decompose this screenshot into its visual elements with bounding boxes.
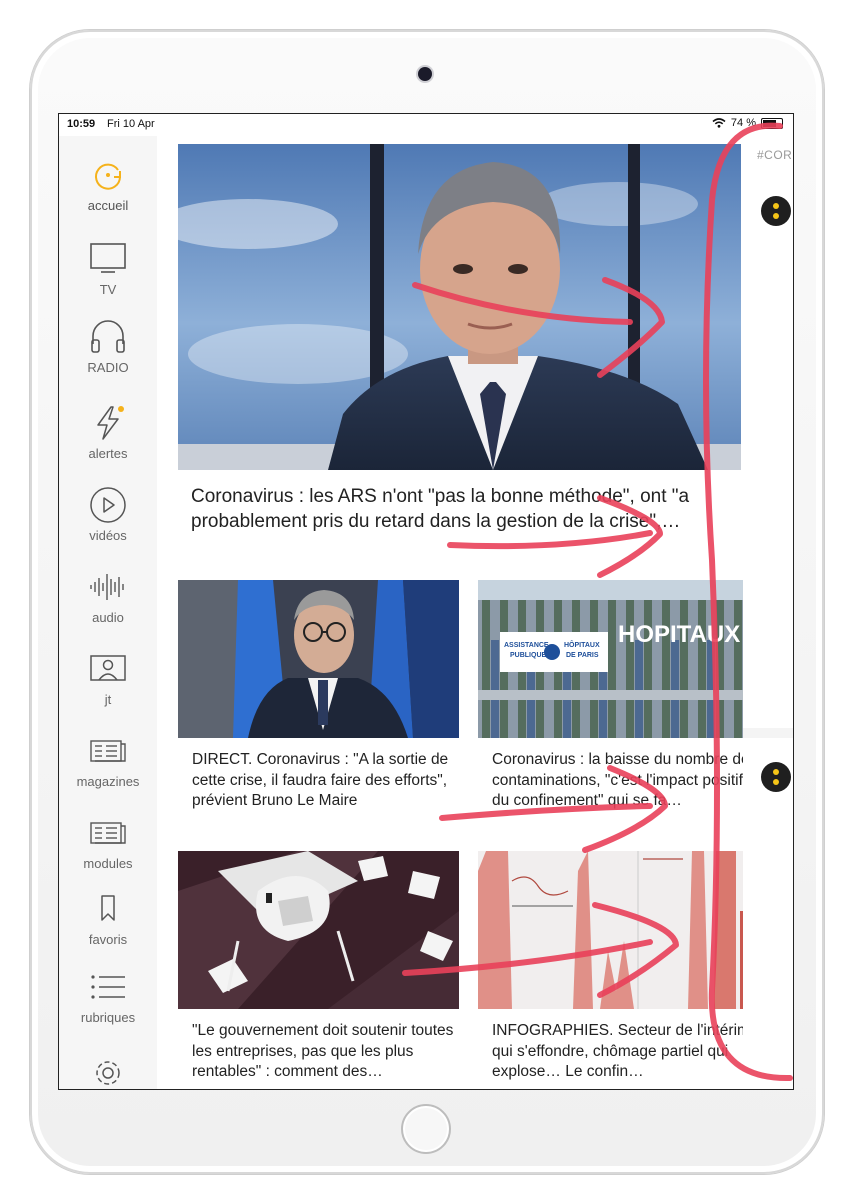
sidebar-item-favoris[interactable]: favoris: [59, 890, 157, 947]
gear-icon: [88, 1054, 128, 1089]
magazine-icon: [88, 732, 128, 770]
alert-badge-dot: [118, 406, 124, 412]
home-button[interactable]: [401, 1104, 451, 1154]
play-icon: [88, 486, 128, 524]
sidebar-item-label: modules: [83, 856, 133, 871]
status-time: 10:59: [67, 118, 96, 130]
article-card[interactable]: ASSISTANCE PUBLIQUE HÔPITAUX DE PARIS HO…: [478, 580, 743, 812]
hospital-sign-line4: DE PARIS: [566, 652, 599, 659]
sidebar-item-label: favoris: [88, 932, 128, 947]
sidebar-item-alertes[interactable]: alertes: [59, 404, 157, 461]
tv-icon: [88, 240, 128, 278]
bolt-icon: [88, 404, 128, 442]
sidebar-item-label: audio: [92, 610, 124, 625]
hospital-sign-line2: PUBLIQUE: [510, 652, 547, 659]
bookmark-icon: [88, 890, 128, 928]
status-date: Fri 10 Apr: [107, 118, 155, 130]
article-card[interactable]: "Le gouvernement doit soutenir toutes le…: [178, 851, 459, 1083]
more-options-button[interactable]: [761, 196, 791, 226]
battery-icon: [761, 117, 783, 129]
more-options-button[interactable]: [761, 762, 791, 792]
sidebar-item-label: alertes: [88, 446, 128, 461]
app-screen: 10:59 Fri 10 Apr 74 % accueil TV RADIO a…: [58, 113, 794, 1090]
waveform-icon: [88, 568, 128, 606]
article-thumbnail[interactable]: [178, 580, 459, 738]
column-divider: [743, 728, 793, 738]
modules-icon: [88, 814, 128, 852]
more-dot: [773, 769, 779, 775]
sidebar-item-tv[interactable]: TV: [59, 240, 157, 297]
article-thumbnail[interactable]: ASSISTANCE PUBLIQUE HÔPITAUX DE PARIS HO…: [478, 580, 743, 738]
sidebar-item-videos[interactable]: vidéos: [59, 486, 157, 543]
hero-article-image[interactable]: [178, 144, 741, 470]
article-card[interactable]: DIRECT. Coronavirus : "A la sortie de ce…: [178, 580, 459, 812]
sidebar: accueil TV RADIO alertes vidéos audio jt…: [59, 136, 157, 1089]
article-thumbnail[interactable]: [178, 851, 459, 1009]
more-dot: [773, 203, 779, 209]
sidebar-item-label: vidéos: [89, 528, 127, 543]
front-camera: [418, 67, 432, 81]
hero-headline[interactable]: Coronavirus : les ARS n'ont "pas la bonn…: [191, 484, 731, 534]
article-headline[interactable]: "Le gouvernement doit soutenir toutes le…: [178, 1021, 459, 1083]
next-column-preview: #COR: [743, 136, 793, 1089]
status-right: 74 %: [712, 117, 783, 129]
article-headline[interactable]: INFOGRAPHIES. Secteur de l'intérim qui s…: [478, 1021, 743, 1083]
article-card[interactable]: INFOGRAPHIES. Secteur de l'intérim qui s…: [478, 851, 743, 1083]
sidebar-item-label: magazines: [76, 774, 140, 789]
more-dot: [773, 213, 779, 219]
sidebar-item-label: jt: [104, 692, 112, 707]
sidebar-item-modules[interactable]: modules: [59, 814, 157, 871]
presenter-icon: [88, 650, 128, 688]
sidebar-item-radio[interactable]: RADIO: [59, 318, 157, 375]
battery-level: [763, 119, 777, 127]
more-dot: [773, 779, 779, 785]
hashtag-label[interactable]: #COR: [757, 148, 792, 162]
sidebar-item-magazines[interactable]: magazines: [59, 732, 157, 789]
news-feed: Coronavirus : les ARS n'ont "pas la bonn…: [157, 136, 743, 1089]
hospital-sign-line3: HÔPITAUX: [564, 640, 600, 649]
sidebar-item-label: accueil: [87, 198, 129, 213]
battery-percent: 74 %: [730, 117, 756, 129]
hospital-sign-big: HOPITAUX: [618, 621, 740, 648]
sidebar-item-audio[interactable]: audio: [59, 568, 157, 625]
article-headline[interactable]: DIRECT. Coronavirus : "A la sortie de ce…: [178, 750, 459, 812]
sidebar-item-jt[interactable]: jt: [59, 650, 157, 707]
sidebar-item-settings[interactable]: [59, 1054, 157, 1089]
hospital-sign-line1: ASSISTANCE: [504, 642, 549, 649]
article-thumbnail[interactable]: [478, 851, 743, 1009]
sidebar-item-label: RADIO: [87, 360, 129, 375]
sidebar-item-rubriques[interactable]: rubriques: [59, 968, 157, 1025]
sidebar-item-label: rubriques: [80, 1010, 136, 1025]
sidebar-item-accueil[interactable]: accueil: [59, 156, 157, 213]
list-icon: [88, 968, 128, 1006]
status-bar: 10:59 Fri 10 Apr 74 %: [59, 114, 793, 136]
sidebar-item-label: TV: [99, 282, 117, 297]
home-refresh-icon: [88, 156, 128, 194]
headphones-icon: [88, 318, 128, 356]
wifi-icon: [712, 118, 726, 128]
article-headline[interactable]: Coronavirus : la baisse du nombre de con…: [478, 750, 743, 812]
